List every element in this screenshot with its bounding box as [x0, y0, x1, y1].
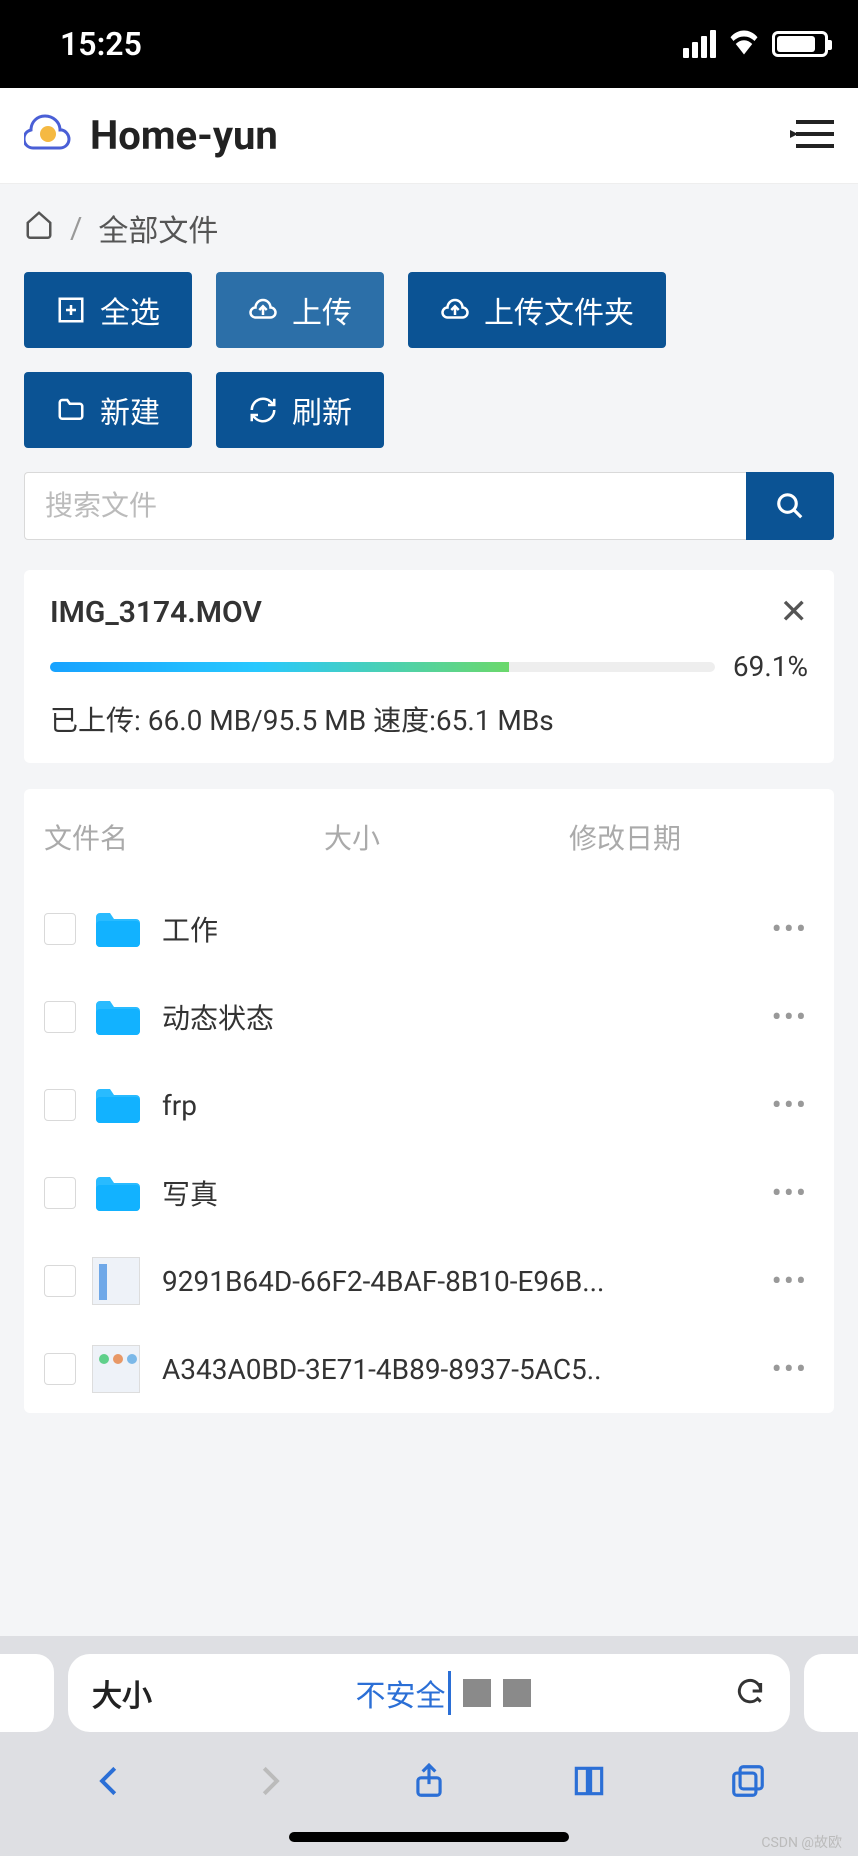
- progress-percent: 69.1%: [733, 650, 808, 683]
- file-name: 9291B64D-66F2-4BAF-8B10-E96B...: [156, 1265, 750, 1298]
- cloud-upload-icon: [248, 295, 278, 325]
- file-name: 动态状态: [156, 997, 750, 1037]
- file-name: 工作: [156, 909, 750, 949]
- file-name: frp: [156, 1089, 750, 1122]
- file-list: 文件名 大小 修改日期 工作•••动态状态•••frp•••写真•••9291B…: [24, 789, 834, 1413]
- progress-bar: [50, 662, 715, 672]
- file-row[interactable]: A343A0BD-3E71-4B89-8937-5AC5.. •••: [24, 1325, 834, 1413]
- breadcrumb-current[interactable]: 全部文件: [98, 206, 218, 250]
- search-input[interactable]: [24, 472, 746, 540]
- status-bar: 15:25: [0, 0, 858, 88]
- address-label: 不安全: [162, 1671, 724, 1715]
- search-icon: [775, 491, 805, 521]
- reload-button[interactable]: [734, 1675, 766, 1711]
- redacted-block: [463, 1679, 491, 1707]
- file-row[interactable]: 写真 •••: [24, 1149, 834, 1237]
- refresh-icon: [248, 395, 278, 425]
- more-button[interactable]: •••: [766, 1000, 814, 1035]
- toolbar: 全选 上传 上传文件夹 新建 刷新: [0, 262, 858, 466]
- wifi-icon: [726, 25, 762, 63]
- home-indicator[interactable]: [289, 1832, 569, 1842]
- share-button[interactable]: [408, 1760, 450, 1802]
- file-row[interactable]: 工作 •••: [24, 885, 834, 973]
- image-thumbnail: [92, 1257, 140, 1305]
- forward-button[interactable]: [248, 1760, 290, 1802]
- list-header: 文件名 大小 修改日期: [24, 789, 834, 885]
- cloud-logo-icon: [24, 110, 72, 162]
- file-row[interactable]: frp •••: [24, 1061, 834, 1149]
- row-checkbox[interactable]: [44, 1001, 76, 1033]
- folder-icon: [92, 1169, 140, 1217]
- image-thumbnail: [92, 1345, 140, 1393]
- folder-icon: [56, 395, 86, 425]
- browser-toolbar: [0, 1740, 858, 1814]
- new-button[interactable]: 新建: [24, 372, 192, 448]
- more-button[interactable]: •••: [766, 1176, 814, 1211]
- app-logo[interactable]: Home-yun: [24, 110, 790, 162]
- more-button[interactable]: •••: [766, 1352, 814, 1387]
- watermark: CSDN @故欧: [761, 1832, 842, 1852]
- back-button[interactable]: [89, 1760, 131, 1802]
- breadcrumb: / 全部文件: [0, 184, 858, 262]
- upload-button[interactable]: 上传: [216, 272, 384, 348]
- menu-button[interactable]: [790, 116, 834, 156]
- file-row[interactable]: 9291B64D-66F2-4BAF-8B10-E96B... •••: [24, 1237, 834, 1325]
- breadcrumb-separator: /: [70, 211, 82, 246]
- row-checkbox[interactable]: [44, 1265, 76, 1297]
- text-size-button[interactable]: 大小: [92, 1671, 152, 1715]
- browser-chrome: 大小 不安全 CSDN @故欧: [0, 1636, 858, 1856]
- status-indicators: [683, 25, 828, 63]
- bookmarks-button[interactable]: [568, 1760, 610, 1802]
- more-button[interactable]: •••: [766, 1264, 814, 1299]
- folder-icon: [92, 993, 140, 1041]
- next-tab-peek[interactable]: [804, 1654, 858, 1732]
- select-all-icon: [56, 295, 86, 325]
- more-button[interactable]: •••: [766, 912, 814, 947]
- tabs-button[interactable]: [727, 1760, 769, 1802]
- col-date[interactable]: 修改日期: [569, 817, 814, 857]
- app-header: Home-yun: [0, 88, 858, 184]
- status-time: 15:25: [60, 25, 142, 63]
- cloud-upload-icon: [440, 295, 470, 325]
- signal-icon: [683, 30, 716, 58]
- col-name[interactable]: 文件名: [44, 817, 324, 857]
- battery-icon: [772, 31, 828, 57]
- select-all-button[interactable]: 全选: [24, 272, 192, 348]
- col-size[interactable]: 大小: [324, 817, 569, 857]
- address-bar[interactable]: 大小 不安全: [68, 1654, 790, 1732]
- row-checkbox[interactable]: [44, 1089, 76, 1121]
- refresh-button[interactable]: 刷新: [216, 372, 384, 448]
- upload-folder-button[interactable]: 上传文件夹: [408, 272, 666, 348]
- more-button[interactable]: •••: [766, 1088, 814, 1123]
- upload-filename: IMG_3174.MOV: [50, 595, 262, 630]
- file-row[interactable]: 动态状态 •••: [24, 973, 834, 1061]
- row-checkbox[interactable]: [44, 1177, 76, 1209]
- app-title: Home-yun: [90, 112, 278, 159]
- row-checkbox[interactable]: [44, 913, 76, 945]
- upload-stats: 已上传: 66.0 MB/95.5 MB 速度:65.1 MBs: [50, 699, 808, 739]
- redacted-block: [503, 1679, 531, 1707]
- search-button[interactable]: [746, 472, 834, 540]
- upload-progress-card: IMG_3174.MOV ✕ 69.1% 已上传: 66.0 MB/95.5 M…: [24, 570, 834, 763]
- file-name: A343A0BD-3E71-4B89-8937-5AC5..: [156, 1353, 750, 1386]
- progress-fill: [50, 662, 509, 672]
- folder-icon: [92, 905, 140, 953]
- row-checkbox[interactable]: [44, 1353, 76, 1385]
- search-bar: [24, 472, 834, 540]
- folder-icon: [92, 1081, 140, 1129]
- home-icon[interactable]: [24, 209, 54, 247]
- upload-close-button[interactable]: ✕: [780, 592, 809, 632]
- prev-tab-peek[interactable]: [0, 1654, 54, 1732]
- file-name: 写真: [156, 1173, 750, 1213]
